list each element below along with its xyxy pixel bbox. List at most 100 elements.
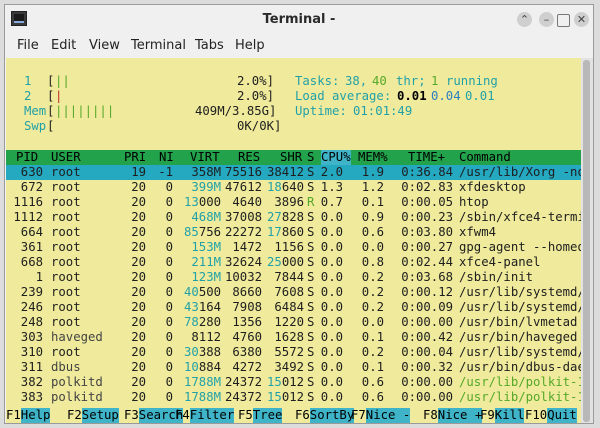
table-row[interactable]: 303 haveged 20 0 8112 4760 1628 S 0.0 0.1 0:00.42 /… bbox=[6, 330, 581, 345]
menu-file[interactable]: File bbox=[17, 38, 39, 53]
maximize-icon[interactable] bbox=[557, 14, 570, 27]
table-row[interactable]: 383 polkitd 20 0 1788M 24372 15012 S 0.0 0.6 0:00.… bbox=[6, 390, 581, 405]
table-row[interactable]: 310 root 20 0 30388 6380 5572 S 0.0 0.2 0:00.04/us… bbox=[6, 345, 581, 360]
fkey-f7[interactable]: F7 bbox=[351, 408, 366, 423]
col-user[interactable]: USER bbox=[51, 150, 81, 165]
cell-time: 0:02.44 bbox=[401, 255, 454, 269]
fkey-label-tree[interactable]: Tree bbox=[252, 408, 283, 423]
table-row[interactable]: 239 root 20 0 40500 8660 7608 S 0.0 0.2 0:00.12/us… bbox=[6, 285, 581, 300]
menu-edit[interactable]: Edit bbox=[51, 38, 76, 53]
cell-virt: 123M bbox=[191, 270, 222, 284]
fkey-label-kill[interactable]: Kill bbox=[494, 408, 525, 423]
cpu1-label: 1 bbox=[24, 74, 32, 88]
fkey-label-setup[interactable]: Setup bbox=[81, 408, 119, 423]
table-row[interactable]: 1116 root 20 0 13000 4640 3896 R 0.7 0.1 0:00.05 ht… bbox=[6, 195, 581, 210]
cell-ni: 0 bbox=[165, 210, 173, 224]
col-ni[interactable]: NI bbox=[159, 150, 174, 165]
fkey-label-filter[interactable]: Filter bbox=[189, 408, 235, 423]
fkey-f1[interactable]: F1 bbox=[6, 408, 21, 423]
cell-s: S bbox=[307, 225, 315, 239]
cell-cmd: htop bbox=[459, 195, 489, 209]
col-command[interactable]: Command bbox=[459, 150, 511, 165]
col-s[interactable]: S bbox=[307, 150, 314, 165]
cell-time: 0:00.27 bbox=[401, 240, 454, 254]
fkey-label-sortby[interactable]: SortBy bbox=[309, 408, 355, 423]
cell-mem: 1.2 bbox=[361, 180, 385, 194]
fkey-f5[interactable]: F5 bbox=[238, 408, 253, 423]
cell-s: S bbox=[307, 345, 315, 359]
fkey-f8[interactable]: F8 bbox=[423, 408, 438, 423]
cell-cmd: /usr/lib/systemd/ bbox=[459, 345, 581, 359]
fkey-f4[interactable]: F4 bbox=[175, 408, 190, 423]
cell-cmd: /usr/bin/lvmetad bbox=[459, 315, 578, 329]
menu-tabs[interactable]: Tabs bbox=[195, 38, 224, 53]
cpu2-bracket: [ bbox=[47, 89, 55, 103]
table-row[interactable]: 361 root 20 0 153M 1472 1156 S 0.0 0.0 0:00.27 gpg-… bbox=[6, 240, 581, 255]
table-row[interactable]: 1112 root 20 0 468M 37008 27828 S 0.0 0.9 0:00.23 /… bbox=[6, 210, 581, 225]
fkey-f6[interactable]: F6 bbox=[295, 408, 310, 423]
cell-cpu: 0.0 bbox=[320, 225, 344, 239]
table-row[interactable]: 382 polkitd 20 0 1788M 24372 15012 S 0.0 0.6 0:00.… bbox=[6, 375, 581, 390]
cell-shr: 18640 bbox=[267, 180, 305, 194]
cell-user: root bbox=[51, 180, 81, 194]
cell-cpu: 0.0 bbox=[320, 300, 344, 314]
cell-shr: 38412 bbox=[267, 165, 305, 179]
table-row[interactable]: 246 root 20 0 43164 7908 6484 S 0.0 0.2 0:00.09/us… bbox=[6, 300, 581, 315]
cell-shr: 1156 bbox=[274, 240, 305, 254]
table-row[interactable]: 248 root 20 0 78280 1356 1220 S 0.0 0.0 0:00.00/us… bbox=[6, 315, 581, 330]
cell-cmd: /usr/lib/polkit-1 bbox=[459, 375, 581, 389]
cell-virt: 1788M bbox=[184, 375, 222, 389]
fkey-f3[interactable]: F3 bbox=[124, 408, 139, 423]
cell-pid: 1 bbox=[35, 270, 43, 284]
col-mem[interactable]: MEM% bbox=[358, 150, 388, 165]
fkey-f10[interactable]: F10 bbox=[525, 408, 547, 423]
cpu1-bar: || bbox=[55, 74, 70, 88]
col-virt[interactable]: VIRT bbox=[190, 150, 220, 165]
cell-res: 37008 bbox=[225, 210, 263, 224]
cell-res: 6380 bbox=[232, 345, 263, 359]
cell-pri: 20 bbox=[131, 240, 146, 254]
cell-virt: 358M bbox=[191, 165, 222, 179]
minimize-up-icon[interactable]: ⌃ bbox=[517, 12, 532, 27]
fkey-label-nice[interactable]: Nice + bbox=[437, 408, 483, 423]
fkey-f9[interactable]: F9 bbox=[480, 408, 495, 423]
table-row[interactable]: 672 root 20 0 399M 47612 18640 S 1.3 1.2 0:02.83 xf… bbox=[6, 180, 581, 195]
col-shr[interactable]: SHR bbox=[280, 150, 302, 165]
col-res[interactable]: RES bbox=[238, 150, 260, 165]
table-row[interactable]: 668 root 20 0 211M 32624 25000 S 0.0 0.8 0:02.44 xf… bbox=[6, 255, 581, 270]
load-1min: 0.01 bbox=[397, 89, 427, 103]
cell-res: 1356 bbox=[232, 315, 263, 329]
fkey-label-nice[interactable]: Nice - bbox=[365, 408, 411, 423]
terminal-area[interactable]: 1 [ || 2.0%] Tasks: 38, 40 thr; 1 runnin… bbox=[6, 58, 581, 423]
cell-cpu: 0.0 bbox=[320, 210, 344, 224]
minimize-icon[interactable]: – bbox=[539, 12, 554, 27]
col-pri[interactable]: PRI bbox=[124, 150, 146, 165]
menu-terminal[interactable]: Terminal bbox=[131, 38, 186, 53]
close-icon[interactable]: ✕ bbox=[574, 12, 589, 27]
fkey-label-help[interactable]: Help bbox=[20, 408, 51, 423]
menu-view[interactable]: View bbox=[89, 38, 120, 53]
cell-mem: 0.0 bbox=[361, 315, 385, 329]
cell-ni: 0 bbox=[165, 330, 173, 344]
cell-shr: 1220 bbox=[274, 315, 305, 329]
cell-virt: 468M bbox=[191, 210, 222, 224]
cell-pri: 20 bbox=[131, 330, 146, 344]
cell-cmd: /usr/lib/polkit-1 bbox=[459, 390, 581, 404]
fkey-f2[interactable]: F2 bbox=[67, 408, 82, 423]
col-pid[interactable]: PID bbox=[16, 150, 38, 165]
col-time[interactable]: TIME+ bbox=[408, 150, 445, 165]
cell-virt: 1788M bbox=[184, 390, 222, 404]
cell-pid: 630 bbox=[20, 165, 44, 179]
cpu1-value: 2.0%] bbox=[237, 74, 275, 88]
menu-help[interactable]: Help bbox=[235, 38, 265, 53]
title-bar[interactable]: Terminal - ⌃ – ✕ bbox=[5, 5, 593, 34]
table-row[interactable]: 311 dbus 20 0 10884 4272 3492 S 0.0 0.1 0:00.32/us… bbox=[6, 360, 581, 375]
scrollbar-thumb[interactable] bbox=[583, 60, 590, 422]
col-cpu[interactable]: CPU% bbox=[321, 150, 351, 165]
table-row-selected[interactable]: 630 root 19 -1 358M 75516 38412 S 2.0 1.9 0:36.84 /… bbox=[6, 165, 581, 180]
table-row[interactable]: 1 root 20 0 123M 10032 7844 S 0.0 0.2 0:03.68/sbin… bbox=[6, 270, 581, 285]
scrollbar[interactable] bbox=[581, 58, 593, 423]
table-row[interactable]: 664 root 20 0 85756 22272 17860 S 0.0 0.6 0:03.80 x… bbox=[6, 225, 581, 240]
load-average-label: Load average: bbox=[295, 89, 392, 103]
fkey-label-quit[interactable]: Quit bbox=[547, 408, 577, 423]
